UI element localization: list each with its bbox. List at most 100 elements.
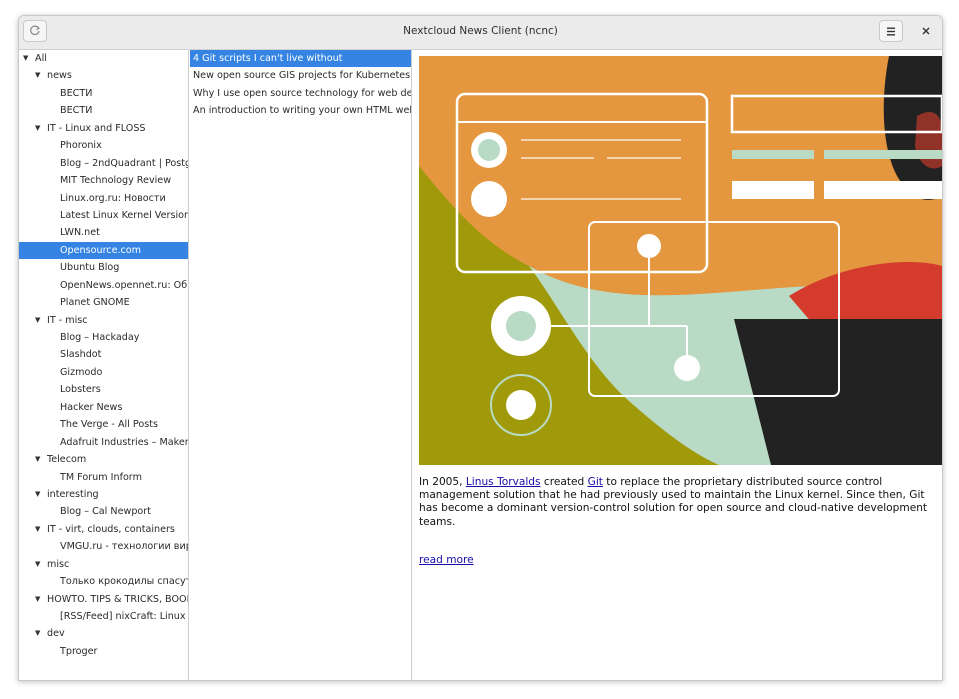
feed-tree-item[interactable]: ▼ dev — [19, 625, 188, 642]
feed-tree-item[interactable]: [RSS/Feed] nixCraft: Linux Tips — [19, 608, 188, 625]
feed-tree-item[interactable]: ▼ HOWTO. TIPS & TRICKS, BOOKS — [19, 591, 188, 608]
feed-tree-item[interactable]: Blog – 2ndQuadrant | PostgreSQL — [19, 155, 188, 172]
feed-label: LWN.net — [60, 227, 100, 239]
feed-tree-item[interactable]: The Verge - All Posts — [19, 416, 188, 433]
feed-tree-item[interactable]: Phoronix — [19, 137, 188, 154]
feed-label: HOWTO. TIPS & TRICKS, BOOKS — [47, 593, 188, 605]
hamburger-menu-icon — [887, 27, 895, 35]
feed-tree-item[interactable]: Только крокодилы спасут этот мир — [19, 573, 188, 590]
feed-label: TM Forum Inform — [60, 471, 142, 483]
expand-arrow-icon[interactable]: ▼ — [35, 625, 40, 642]
feed-label: Hacker News — [60, 401, 123, 413]
feed-label: Gizmodo — [60, 366, 103, 378]
read-more-link[interactable]: read more — [419, 554, 474, 566]
feed-label: Linux.org.ru: Новости — [60, 192, 166, 204]
feed-tree-item[interactable]: ВЕСТИ — [19, 85, 188, 102]
feed-label: [RSS/Feed] nixCraft: Linux Tips — [60, 611, 188, 622]
feed-tree-item[interactable]: TM Forum Inform — [19, 469, 188, 486]
close-button[interactable] — [917, 22, 935, 40]
feed-tree-item[interactable]: LWN.net — [19, 224, 188, 241]
feed-label: All — [35, 53, 47, 64]
feed-label: dev — [47, 628, 65, 640]
article-list-item[interactable]: An introduction to writing your own HTML… — [190, 102, 411, 119]
feed-tree-item[interactable]: Ubuntu Blog — [19, 259, 188, 276]
article-view: In 2005, Linus Torvalds created Git to r… — [413, 50, 942, 680]
feed-label: Только крокодилы спасут этот мир — [60, 576, 188, 588]
feed-label: Adafruit Industries – Makers, hackers — [60, 436, 188, 448]
close-icon — [922, 27, 930, 35]
feed-label: Telecom — [47, 454, 87, 466]
feed-label: IT - Linux and FLOSS — [47, 122, 146, 134]
feed-label: Slashdot — [60, 349, 102, 361]
feed-tree-item[interactable]: Blog – Cal Newport — [19, 503, 188, 520]
feed-tree-item[interactable]: Gizmodo — [19, 364, 188, 381]
app-window: Nextcloud News Client (ncnc) ▼ All ▼ news ВЕ… — [18, 15, 943, 681]
feed-tree-item[interactable]: MIT Technology Review — [19, 172, 188, 189]
expand-arrow-icon[interactable]: ▼ — [35, 312, 40, 329]
main-menu-button[interactable] — [879, 20, 903, 42]
link-git[interactable]: Git — [588, 476, 603, 488]
feed-label: Phoronix — [60, 140, 102, 152]
feed-label: IT - misc — [47, 314, 88, 326]
feed-tree-item[interactable]: Planet GNOME — [19, 294, 188, 311]
feed-label: Ubuntu Blog — [60, 262, 120, 274]
feed-tree-item[interactable]: Slashdot — [19, 346, 188, 363]
expand-arrow-icon[interactable]: ▼ — [35, 120, 40, 137]
expand-arrow-icon[interactable]: ▼ — [35, 556, 40, 573]
feed-label: Blog – Cal Newport — [60, 506, 151, 518]
expand-arrow-icon[interactable]: ▼ — [35, 591, 40, 608]
feed-label: Lobsters — [60, 384, 101, 396]
expand-arrow-icon[interactable]: ▼ — [35, 521, 40, 538]
feed-label: ВЕСТИ — [60, 105, 93, 117]
feed-tree-item[interactable]: Lobsters — [19, 381, 188, 398]
article-list-item[interactable]: 4 Git scripts I can't live without — [190, 50, 411, 68]
feed-tree-item[interactable]: OpenNews.opennet.ru: Общая лента — [19, 277, 188, 294]
feed-label: MIT Technology Review — [60, 175, 172, 187]
feed-label: Blog – Hackaday — [60, 332, 140, 343]
feed-label: misc — [47, 558, 70, 570]
feed-label: Blog – 2ndQuadrant | PostgreSQL — [60, 157, 188, 169]
feed-label: Planet GNOME — [60, 297, 130, 309]
feed-tree-item[interactable]: ВЕСТИ — [19, 102, 188, 119]
feed-label: Opensource.com — [60, 244, 142, 256]
feed-tree-item[interactable]: ▼ All — [19, 50, 188, 67]
article-text-2: created — [540, 476, 588, 488]
feed-tree-item[interactable]: ▼ IT - Linux and FLOSS — [19, 120, 188, 137]
window-title: Nextcloud News Client (ncnc) — [403, 25, 558, 37]
title-bar: Nextcloud News Client (ncnc) — [19, 16, 942, 50]
feed-label: OpenNews.opennet.ru: Общая лента — [60, 279, 188, 291]
article-list-item[interactable]: New open source GIS projects for Kuberne… — [190, 67, 411, 84]
article-text-1: In 2005, — [419, 476, 466, 488]
feed-label: Latest Linux Kernel Versions — [60, 209, 188, 221]
feed-tree-item[interactable]: ▼ IT - virt, clouds, containers — [19, 521, 188, 538]
expand-arrow-icon[interactable]: ▼ — [35, 486, 40, 503]
expand-arrow-icon[interactable]: ▼ — [35, 451, 40, 468]
feed-label: news — [47, 70, 72, 82]
feed-tree-item[interactable]: Opensource.com — [19, 241, 188, 260]
feed-tree-item[interactable]: Latest Linux Kernel Versions — [19, 207, 188, 224]
feed-label: The Verge - All Posts — [60, 419, 158, 431]
link-linus-torvalds[interactable]: Linus Torvalds — [466, 476, 541, 488]
feed-tree-item[interactable]: ▼ IT - misc — [19, 312, 188, 329]
feed-tree-item[interactable]: ▼ Telecom — [19, 451, 188, 468]
feed-tree[interactable]: ▼ All ▼ news ВЕСТИ ВЕСТИ ▼ IT - Linux and FLOSS… — [19, 50, 189, 680]
feed-tree-item[interactable]: ▼ misc — [19, 556, 188, 573]
feed-tree-item[interactable]: ▼ news — [19, 67, 188, 84]
expand-arrow-icon[interactable]: ▼ — [23, 50, 28, 67]
article-list-item[interactable]: Why I use open source technology for web… — [190, 85, 411, 102]
feed-label: IT - virt, clouds, containers — [47, 523, 175, 535]
feed-label: VMGU.ru - технологии виртуализации — [60, 541, 188, 553]
feed-label: interesting — [47, 488, 99, 500]
feed-label: ВЕСТИ — [60, 87, 93, 99]
feed-tree-item[interactable]: ▼ interesting — [19, 486, 188, 503]
article-list[interactable]: 4 Git scripts I can't live without New op… — [190, 50, 412, 680]
feed-tree-item[interactable]: VMGU.ru - технологии виртуализации — [19, 538, 188, 555]
expand-arrow-icon[interactable]: ▼ — [35, 67, 40, 84]
article-hero-image — [419, 56, 942, 465]
feed-tree-item[interactable]: Linux.org.ru: Новости — [19, 190, 188, 207]
feed-tree-item[interactable]: Tproger — [19, 643, 188, 660]
feed-tree-item[interactable]: Adafruit Industries – Makers, hackers — [19, 434, 188, 451]
feed-label: Tproger — [60, 645, 98, 657]
feed-tree-item[interactable]: Hacker News — [19, 399, 188, 416]
feed-tree-item[interactable]: Blog – Hackaday — [19, 329, 188, 346]
